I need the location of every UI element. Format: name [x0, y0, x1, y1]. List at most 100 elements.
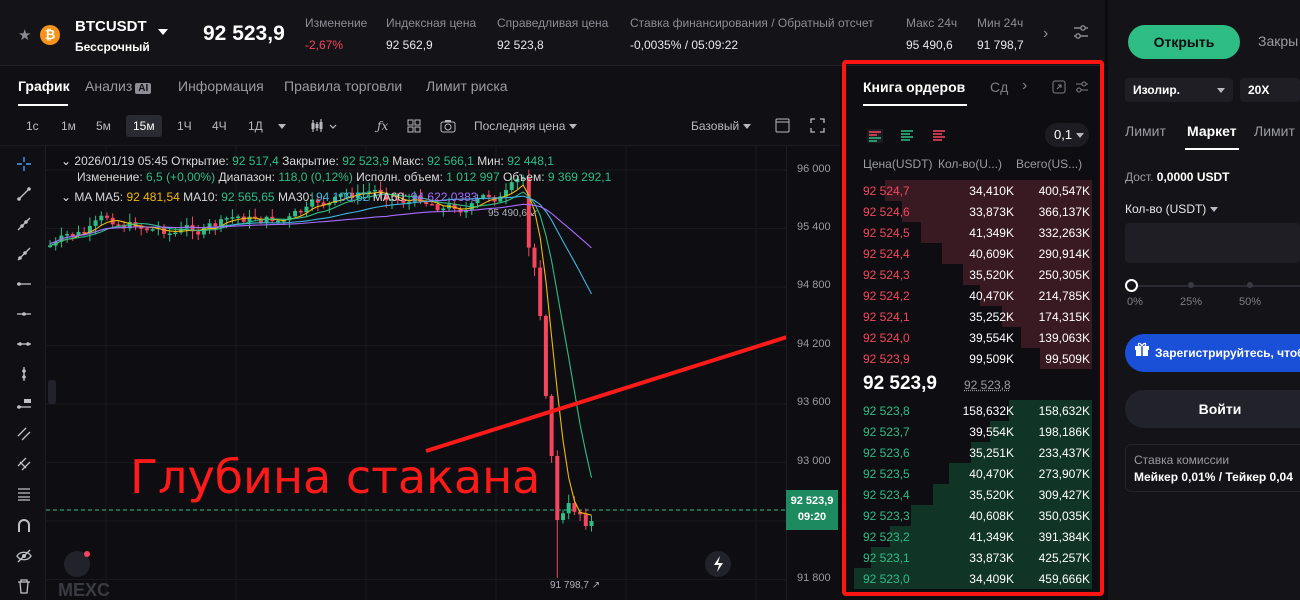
- symbol-dropdown-icon[interactable]: [158, 29, 168, 35]
- y-tick: 91 800: [797, 572, 831, 584]
- bid-row[interactable]: 92 523,6 35,251K 233,437K: [846, 442, 1100, 463]
- bid-row[interactable]: 92 523,8 158,632K 158,632K: [846, 400, 1100, 421]
- list-lines-icon[interactable]: [16, 486, 32, 502]
- window-icon[interactable]: [775, 118, 790, 133]
- asks-only-view-icon[interactable]: [931, 129, 947, 143]
- slider-step[interactable]: [1188, 282, 1194, 288]
- price-axis[interactable]: 96 000 95 400 94 800 94 200 93 600 93 00…: [786, 146, 840, 600]
- interval-1s[interactable]: 1с: [26, 119, 39, 133]
- candle-type-icon[interactable]: [310, 118, 338, 134]
- ask-row[interactable]: 92 523,9 99,509K 99,509K: [846, 348, 1100, 369]
- interval-5m[interactable]: 5м: [96, 119, 111, 133]
- margin-mode-select[interactable]: Изолир.: [1125, 78, 1233, 102]
- candle-body: [430, 204, 434, 206]
- fullscreen-icon[interactable]: [810, 118, 825, 133]
- qty-slider[interactable]: [1132, 285, 1300, 287]
- price-type-select[interactable]: Последняя цена: [474, 119, 577, 133]
- crosshair-icon[interactable]: [16, 156, 32, 172]
- bid-row[interactable]: 92 523,4 35,520K 309,427K: [846, 484, 1100, 505]
- order-type-limit[interactable]: Лимит: [1125, 123, 1166, 139]
- row-total: 214,785K: [1039, 289, 1090, 303]
- interval-1h[interactable]: 1Ч: [177, 119, 192, 133]
- tab-chart[interactable]: График: [18, 78, 70, 94]
- collapse-chevron-icon[interactable]: ⌄: [61, 154, 74, 168]
- mid-price[interactable]: 92 523,9: [863, 373, 937, 395]
- candle-body: [196, 231, 200, 234]
- chevron-right-icon[interactable]: ›: [1022, 77, 1027, 95]
- price-range-icon[interactable]: [16, 336, 32, 352]
- qty-input[interactable]: [1125, 223, 1300, 263]
- layout-grid-icon[interactable]: [407, 119, 421, 133]
- chevron-right-icon[interactable]: ›: [1043, 25, 1048, 43]
- tab-trading-rules[interactable]: Правила торговли: [284, 78, 402, 94]
- open-position-button[interactable]: Открыть: [1128, 25, 1240, 59]
- fib-icon[interactable]: [16, 456, 32, 472]
- interval-1d[interactable]: 1Д: [248, 119, 263, 133]
- ray-icon[interactable]: [16, 216, 32, 232]
- y-tick: 94 800: [797, 279, 831, 291]
- login-button[interactable]: Войти: [1125, 390, 1300, 428]
- both-sides-view-icon[interactable]: [867, 129, 883, 143]
- candle-body: [94, 220, 98, 226]
- camera-icon[interactable]: [440, 119, 456, 133]
- candle-body: [162, 228, 166, 234]
- tab-risk-limit[interactable]: Лимит риска: [426, 78, 508, 94]
- popout-icon[interactable]: [1052, 80, 1066, 94]
- tab-order-book[interactable]: Книга ордеров: [863, 79, 965, 95]
- interval-15m[interactable]: 15м: [126, 115, 162, 137]
- interval-1m[interactable]: 1м: [61, 119, 76, 133]
- bid-row[interactable]: 92 523,3 40,608K 350,035K: [846, 505, 1100, 526]
- order-type-market[interactable]: Маркет: [1187, 123, 1237, 139]
- bids-only-view-icon[interactable]: [899, 129, 915, 143]
- bid-row[interactable]: 92 523,7 39,554K 198,186K: [846, 421, 1100, 442]
- drawing-toolbar: [0, 146, 46, 600]
- view-mode-select[interactable]: Базовый: [691, 119, 751, 133]
- hide-eye-icon[interactable]: [16, 548, 32, 564]
- symbol-name[interactable]: BTCUSDT: [75, 18, 147, 35]
- vertical-line-icon[interactable]: [16, 366, 32, 382]
- row-total: 250,305K: [1039, 268, 1090, 282]
- bid-row[interactable]: 92 523,0 34,409K 459,666K: [846, 568, 1100, 589]
- order-type-stop-limit[interactable]: Лимит: [1254, 123, 1295, 139]
- magnet-icon[interactable]: [16, 518, 32, 534]
- slider-knob[interactable]: [1125, 279, 1138, 292]
- bid-row[interactable]: 92 523,2 41,349K 391,384K: [846, 526, 1100, 547]
- ask-row[interactable]: 92 524,4 40,609K 290,914K: [846, 243, 1100, 264]
- leverage-select[interactable]: 20X: [1240, 78, 1300, 102]
- ask-row[interactable]: 92 524,1 35,252K 174,315K: [846, 306, 1100, 327]
- ask-row[interactable]: 92 524,2 40,470K 214,785K: [846, 285, 1100, 306]
- collapse-toolbar-handle[interactable]: [48, 380, 56, 404]
- ask-row[interactable]: 92 524,5 41,349K 332,263K: [846, 222, 1100, 243]
- tab-analysis[interactable]: Анализ AI: [85, 78, 151, 94]
- ask-row[interactable]: 92 524,7 34,410K 400,547K: [846, 180, 1100, 201]
- ask-row[interactable]: 92 524,0 39,554K 139,063K: [846, 327, 1100, 348]
- price-label-icon[interactable]: [16, 396, 32, 412]
- parallel-channel-icon[interactable]: [16, 426, 32, 442]
- horizontal-ray-icon[interactable]: [16, 276, 32, 292]
- interval-more-icon[interactable]: [274, 119, 286, 133]
- interval-4h[interactable]: 4Ч: [212, 119, 227, 133]
- ask-row[interactable]: 92 524,3 35,520K 250,305K: [846, 264, 1100, 285]
- price-chart[interactable]: 95 490,6 ↙ 91 798,7 ↗: [46, 146, 840, 600]
- collapse-chevron-icon[interactable]: ⌄: [61, 190, 74, 204]
- extended-line-icon[interactable]: [16, 246, 32, 262]
- close-position-tab[interactable]: Закры: [1258, 33, 1298, 49]
- horizontal-line-icon[interactable]: [16, 306, 32, 322]
- row-qty: 35,252K: [969, 310, 1014, 324]
- settings-sliders-icon[interactable]: [1073, 24, 1089, 40]
- trend-line-icon[interactable]: [16, 186, 32, 202]
- tab-info[interactable]: Информация: [178, 78, 264, 94]
- qty-label[interactable]: Кол-во (USDT): [1125, 202, 1218, 216]
- slider-step[interactable]: [1247, 282, 1253, 288]
- trash-icon[interactable]: [16, 578, 32, 594]
- register-promo-banner[interactable]: Зарегистрируйтесь, чтоб: [1125, 334, 1300, 372]
- bid-row[interactable]: 92 523,5 40,470K 273,907K: [846, 463, 1100, 484]
- price-step-select[interactable]: 0,1: [1045, 123, 1089, 147]
- favorite-star-icon[interactable]: ★: [18, 26, 31, 44]
- bid-row[interactable]: 92 523,1 33,873K 425,257K: [846, 547, 1100, 568]
- ask-row[interactable]: 92 524,6 33,873K 366,137K: [846, 201, 1100, 222]
- tab-trades[interactable]: Сд: [990, 79, 1008, 95]
- settings-sliders-icon[interactable]: [1075, 80, 1089, 94]
- candlestick-plot[interactable]: 95 490,6 ↙ 91 798,7 ↗: [46, 146, 786, 600]
- indicators-fx-icon[interactable]: ƒx: [377, 119, 388, 133]
